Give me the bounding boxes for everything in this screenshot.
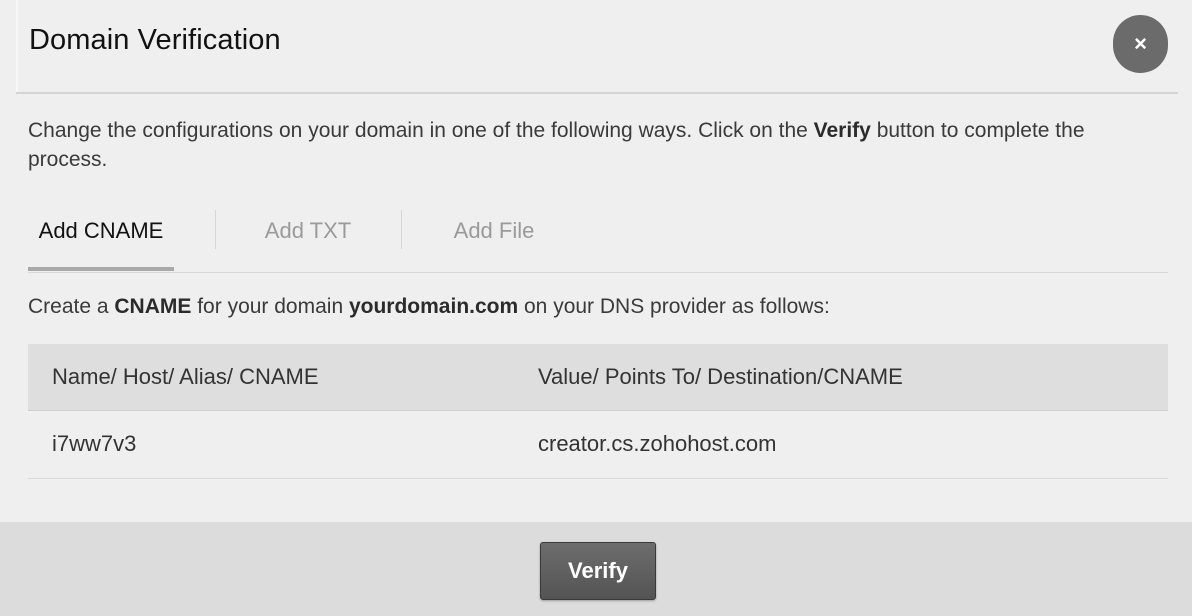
verification-method-tabs: Add CNAME Add TXT Add File — [28, 206, 1168, 273]
tab-add-txt[interactable]: Add TXT — [238, 206, 378, 272]
tab-divider — [215, 210, 216, 249]
column-header-name: Name/ Host/ Alias/ CNAME — [52, 364, 319, 389]
instruction-text: on your DNS provider as follows: — [518, 295, 830, 318]
cname-table: Name/ Host/ Alias/ CNAME Value/ Points T… — [28, 344, 1168, 479]
tab-add-file[interactable]: Add File — [424, 206, 564, 272]
table-row: i7ww7v3 creator.cs.zohohost.com — [28, 411, 1168, 479]
active-tab-indicator — [28, 267, 174, 271]
cname-instruction: Create a CNAME for your domain yourdomai… — [28, 295, 830, 319]
dialog-header: Domain Verification — [16, 0, 1178, 94]
instruction-text: Create a — [28, 295, 115, 318]
cname-host-value[interactable]: i7ww7v3 — [52, 411, 136, 477]
intro-text-part: Change the configurations on your domain… — [28, 119, 814, 142]
tab-divider — [401, 210, 402, 249]
tab-add-cname[interactable]: Add CNAME — [28, 206, 174, 272]
intro-text: Change the configurations on your domain… — [28, 116, 1148, 174]
dialog-title: Domain Verification — [29, 24, 281, 56]
domain-verification-dialog: Domain Verification × Change the configu… — [0, 0, 1192, 616]
intro-verify-bold: Verify — [813, 119, 871, 142]
instruction-cname-bold: CNAME — [114, 295, 192, 318]
column-header-value: Value/ Points To/ Destination/CNAME — [538, 364, 903, 389]
instruction-domain-bold: yourdomain.com — [348, 295, 519, 318]
table-header-row: Name/ Host/ Alias/ CNAME Value/ Points T… — [28, 344, 1168, 411]
close-button[interactable]: × — [1113, 15, 1168, 73]
dialog-footer: Verify — [0, 522, 1192, 616]
instruction-text: for your domain — [191, 295, 349, 318]
verify-button[interactable]: Verify — [540, 542, 656, 600]
close-icon: × — [1134, 31, 1147, 56]
cname-destination-value[interactable]: creator.cs.zohohost.com — [538, 411, 776, 477]
